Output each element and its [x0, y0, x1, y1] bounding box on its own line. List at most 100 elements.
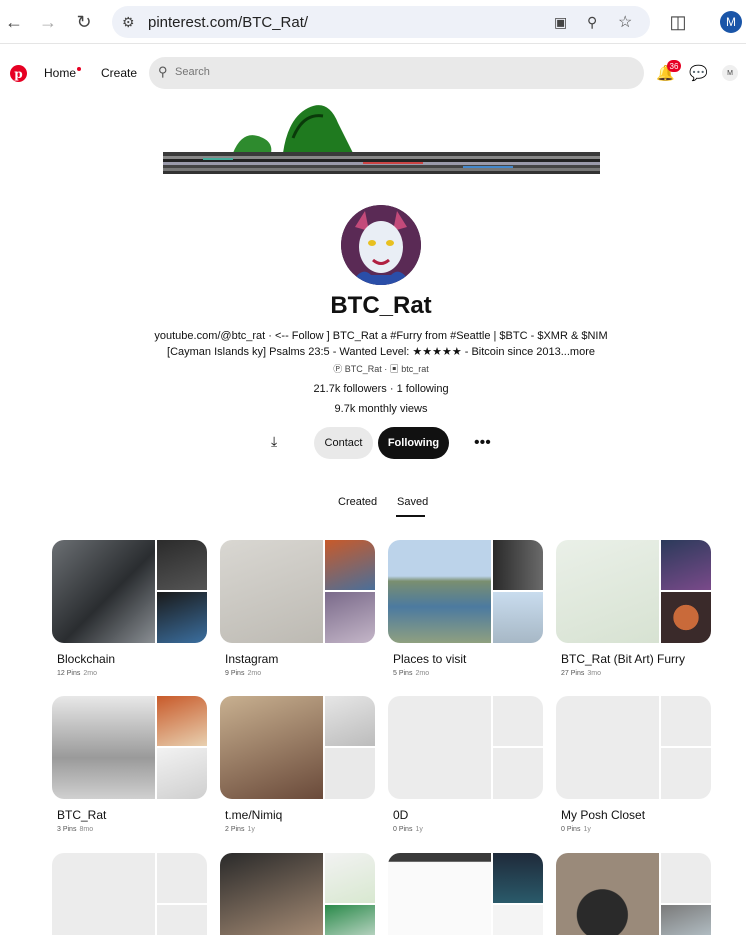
tab-saved[interactable]: Saved	[397, 496, 428, 508]
board-card[interactable]: BTC_Rat 3 Pins 8mo	[52, 696, 207, 836]
board-meta: 3 Pins 8mo	[57, 826, 93, 833]
board-cover	[556, 853, 711, 935]
more-options-icon[interactable]: •••	[474, 434, 491, 452]
board-age: 1y	[247, 826, 255, 833]
board-cover-image	[388, 853, 491, 935]
board-title: My Posh Closet	[561, 808, 646, 822]
nav-home[interactable]: Home	[44, 66, 76, 80]
profile-username: BTC_Rat	[330, 292, 432, 319]
board-cover-image	[493, 905, 543, 935]
instagram-icon: ▣	[389, 364, 399, 374]
browser-profile-avatar[interactable]: M	[720, 11, 742, 33]
board-cover-image	[661, 592, 711, 643]
board-cover-image	[388, 540, 491, 643]
back-icon[interactable]: ←	[2, 10, 26, 34]
board-cover-image	[493, 540, 543, 590]
board-cover	[220, 853, 375, 935]
board-age: 2mo	[83, 670, 97, 677]
board-cover-image	[325, 748, 375, 799]
board-cover-image	[157, 696, 207, 746]
profile-avatar	[341, 205, 421, 285]
board-pin-count: 0 Pins	[561, 826, 581, 833]
zoom-icon[interactable]: ⚲	[587, 14, 597, 31]
board-pin-count: 9 Pins	[225, 670, 245, 677]
site-info-icon[interactable]: ⚙	[122, 14, 135, 31]
social-instagram-handle[interactable]: btc_rat	[401, 364, 429, 374]
board-card[interactable]	[52, 853, 207, 935]
bookmark-star-icon[interactable]: ☆	[618, 12, 632, 32]
board-cover-image	[325, 696, 375, 746]
address-bar[interactable]: ⚙ pinterest.com/BTC_Rat/ ▣ ⚲ ☆	[112, 6, 650, 38]
board-title: Blockchain	[57, 652, 116, 666]
social-pinterest-handle[interactable]: BTC_Rat	[345, 364, 382, 374]
url-text: pinterest.com/BTC_Rat/	[148, 14, 309, 31]
board-pin-count: 12 Pins	[57, 670, 81, 677]
followers-count[interactable]: 21.7k followers · 1 following	[0, 383, 746, 395]
board-cover	[52, 540, 207, 643]
board-cover-image	[325, 592, 375, 643]
board-cover-image	[388, 696, 491, 799]
board-card[interactable]	[388, 853, 543, 935]
board-card[interactable]: t.me/Nimiq 2 Pins 1y	[220, 696, 375, 836]
search-input[interactable]: ⚲ Search	[149, 57, 644, 89]
active-tab-indicator	[396, 515, 425, 517]
board-card[interactable]: 0D 0 Pins 1y	[388, 696, 543, 836]
profile-cover-image	[163, 98, 600, 174]
profile-bio-line-2[interactable]: [Cayman Islands ky] Psalms 23:5 - Wanted…	[0, 345, 746, 358]
board-title: BTC_Rat (Bit Art) Furry	[561, 652, 686, 666]
board-pin-count: 3 Pins	[57, 826, 77, 833]
board-cover-image	[493, 696, 543, 746]
board-cover	[556, 540, 711, 643]
reload-icon[interactable]: ↻	[72, 10, 96, 34]
install-icon[interactable]: ▣	[554, 14, 567, 31]
board-card[interactable]: Blockchain 12 Pins 2mo	[52, 540, 207, 680]
board-title: BTC_Rat	[57, 808, 107, 822]
board-meta: 0 Pins 1y	[561, 826, 591, 833]
board-cover	[52, 696, 207, 799]
board-card[interactable]: BTC_Rat (Bit Art) Furry 27 Pins 3mo	[556, 540, 711, 680]
board-cover-image	[325, 540, 375, 590]
contact-button[interactable]: Contact	[314, 427, 373, 459]
board-cover-image	[325, 905, 375, 935]
board-pin-count: 0 Pins	[393, 826, 413, 833]
following-button[interactable]: Following	[378, 427, 449, 459]
board-card[interactable]: Instagram 9 Pins 2mo	[220, 540, 375, 680]
board-cover-image	[493, 592, 543, 643]
nav-create[interactable]: Create	[101, 66, 137, 80]
board-meta: 2 Pins 1y	[225, 826, 255, 833]
board-cover-image	[157, 853, 207, 903]
board-age: 1y	[415, 826, 423, 833]
board-cover-image	[661, 696, 711, 746]
board-pin-count: 27 Pins	[561, 670, 585, 677]
pinterest-header: p Home Create ⚲ Search 🔔 36 💬 M	[0, 45, 746, 101]
board-cover-image	[493, 853, 543, 903]
board-cover-image	[556, 696, 659, 799]
share-icon[interactable]: ⤓	[271, 433, 277, 450]
board-cover-image	[157, 748, 207, 799]
board-cover-image	[52, 696, 155, 799]
pinterest-logo-icon[interactable]: p	[10, 65, 27, 82]
board-card[interactable]	[556, 853, 711, 935]
search-placeholder: Search	[175, 66, 210, 78]
board-card[interactable]	[220, 853, 375, 935]
board-age: 2mo	[415, 670, 430, 677]
board-cover-image	[661, 540, 711, 590]
tab-created[interactable]: Created	[338, 496, 377, 508]
board-age: 1y	[583, 826, 591, 833]
board-cover-image	[493, 748, 543, 799]
board-cover-image	[556, 540, 659, 643]
board-age: 2mo	[247, 670, 262, 677]
board-card[interactable]: My Posh Closet 0 Pins 1y	[556, 696, 711, 836]
board-meta: 9 Pins 2mo	[225, 670, 261, 677]
extensions-icon[interactable]: ◫	[666, 10, 690, 34]
board-age: 3mo	[587, 670, 601, 677]
messages-icon[interactable]: 💬	[689, 64, 708, 82]
user-avatar[interactable]: M	[722, 65, 738, 81]
board-title: t.me/Nimiq	[225, 808, 283, 822]
board-cover-image	[220, 540, 323, 643]
profile-socials: Ⓟ BTC_Rat · ▣ btc_rat	[0, 362, 746, 375]
board-meta: 0 Pins 1y	[393, 826, 423, 833]
forward-icon[interactable]: →	[36, 10, 60, 34]
board-cover-image	[661, 853, 711, 903]
board-card[interactable]: Places to visit 5 Pins 2mo	[388, 540, 543, 680]
